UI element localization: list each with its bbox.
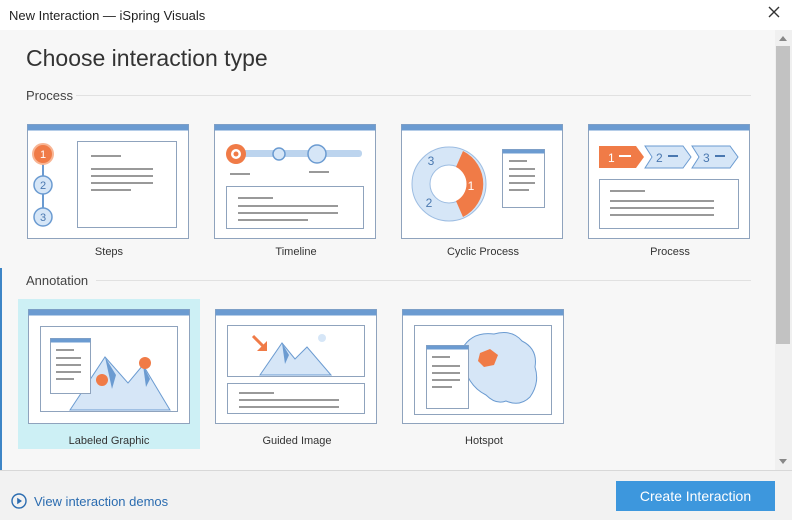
vertical-scrollbar[interactable] <box>775 30 792 470</box>
svg-text:2: 2 <box>656 151 663 165</box>
hotspot-thumbnail <box>402 309 564 424</box>
card-label: Labeled Graphic <box>68 435 150 447</box>
page-title: Choose interaction type <box>26 45 268 71</box>
section-label-process: Process <box>26 88 73 103</box>
interaction-list: Choose interaction type Process 1 2 3 St… <box>0 30 775 470</box>
card-hotspot[interactable]: Hotspot <box>393 299 575 449</box>
svg-text:1: 1 <box>40 149 46 161</box>
cyclic-process-thumbnail: 3 2 1 <box>401 124 563 239</box>
labeled-graphic-thumbnail <box>28 309 190 424</box>
scroll-up-arrow-icon[interactable] <box>779 36 787 41</box>
svg-text:3: 3 <box>703 151 710 165</box>
svg-text:2: 2 <box>426 196 433 210</box>
card-label: Guided Image <box>262 435 332 447</box>
section-divider <box>76 95 751 96</box>
scroll-down-arrow-icon[interactable] <box>779 459 787 464</box>
section-label-annotation: Annotation <box>26 273 89 288</box>
section-divider <box>96 280 751 281</box>
create-interaction-button[interactable]: Create Interaction <box>616 481 775 511</box>
svg-text:1: 1 <box>468 179 475 193</box>
dialog-footer: View interaction demos Create Interactio… <box>0 470 792 520</box>
play-circle-icon <box>11 493 27 509</box>
card-process[interactable]: 1 2 3 Process <box>579 115 761 265</box>
process-thumbnail: 1 2 3 <box>588 124 750 239</box>
card-cyclic-process[interactable]: 3 2 1 Cyclic Process <box>392 115 574 265</box>
card-guided-image[interactable]: Guided Image <box>206 299 388 449</box>
window-title: New Interaction — iSpring Visuals <box>9 8 206 23</box>
card-label: Cyclic Process <box>446 246 520 258</box>
svg-text:3: 3 <box>428 154 435 168</box>
timeline-thumbnail <box>214 124 376 239</box>
svg-text:1: 1 <box>608 151 615 165</box>
close-icon[interactable] <box>766 4 782 20</box>
card-label: Timeline <box>275 246 317 258</box>
steps-thumbnail: 1 2 3 <box>27 124 189 239</box>
card-timeline[interactable]: Timeline <box>205 115 387 265</box>
card-labeled-graphic[interactable]: Labeled Graphic <box>18 299 200 449</box>
card-steps[interactable]: 1 2 3 Steps <box>18 115 200 265</box>
card-label: Steps <box>94 246 124 258</box>
left-accent-bar <box>0 268 2 470</box>
title-bar: New Interaction — iSpring Visuals <box>0 0 792 30</box>
view-demos-label: View interaction demos <box>34 493 169 509</box>
svg-text:3: 3 <box>40 212 46 224</box>
card-label: Process <box>650 246 690 258</box>
card-label: Hotspot <box>465 435 503 447</box>
view-demos-link[interactable]: View interaction demos <box>11 493 168 509</box>
scrollbar-thumb[interactable] <box>776 46 790 344</box>
guided-image-thumbnail <box>215 309 377 424</box>
svg-text:2: 2 <box>40 180 46 192</box>
